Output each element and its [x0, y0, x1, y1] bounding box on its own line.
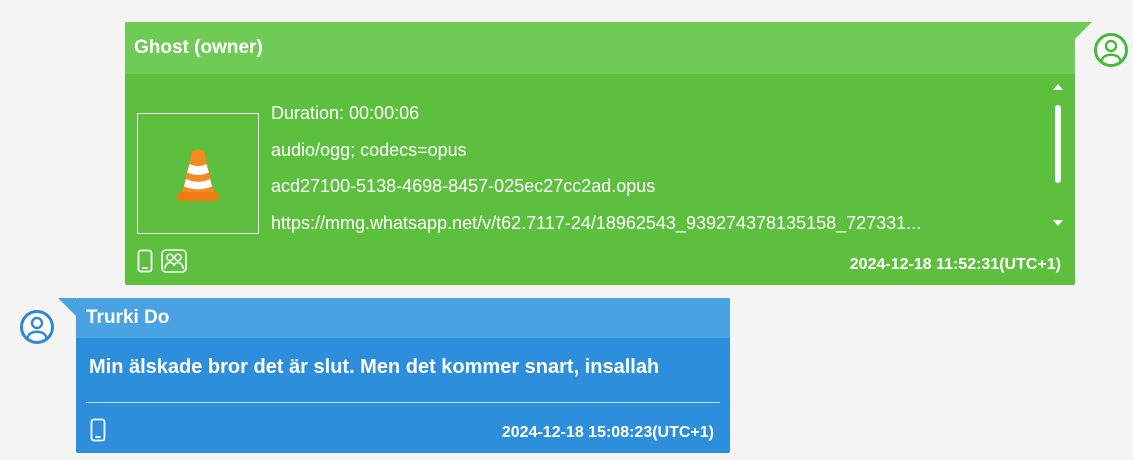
phone-icon: [137, 249, 153, 273]
message-timestamp: 2024-12-18 15:08:23(UTC+1): [501, 424, 714, 441]
vlc-cone-icon: [177, 149, 219, 201]
message-text: Min älskade bror det är slut. Men det ko…: [89, 356, 660, 378]
contact-footer-icons: [90, 418, 106, 442]
attachment-url[interactable]: https://mmg.whatsapp.net/v/t62.7117-24/1…: [271, 205, 1041, 242]
sender-name: Ghost (owner): [134, 37, 263, 58]
contact-avatar: [20, 310, 54, 344]
user-icon: [1100, 39, 1122, 62]
scroll-thumb[interactable]: [1055, 105, 1061, 183]
attachment-filename: acd27100-5138-4698-8457-025ec27cc2ad.opu…: [271, 176, 656, 196]
owner-footer-icons: [137, 249, 187, 273]
message-timestamp: 2024-12-18 11:52:31(UTC+1): [849, 256, 1061, 273]
owner-message-bubble[interactable]: Ghost (owner) Duration: 00:00:06 audio/o…: [125, 22, 1075, 285]
attachment-details[interactable]: Duration: 00:00:06 audio/ogg; codecs=opu…: [271, 95, 1041, 241]
owner-bubble-tail: [1074, 22, 1092, 40]
user-icon: [26, 316, 48, 339]
contact-message-header: Trurki Do: [76, 298, 730, 338]
owner-avatar: [1094, 33, 1128, 67]
attachment-duration: Duration: 00:00:06: [271, 103, 420, 123]
contact-bubble-tail: [58, 298, 76, 316]
attachment-thumbnail[interactable]: [137, 113, 259, 234]
contact-message-bubble[interactable]: Trurki Do Min älskade bror det är slut. …: [76, 298, 730, 453]
scroll-up-icon[interactable]: [1053, 84, 1063, 90]
group-icon: [161, 249, 187, 273]
owner-message-header: Ghost (owner): [125, 22, 1075, 74]
phone-icon: [90, 418, 106, 442]
message-divider: [86, 402, 720, 403]
attachment-mime-type: audio/ogg; codecs=opus: [271, 139, 467, 160]
attachment-scrollbar[interactable]: [1051, 78, 1065, 232]
scroll-down-icon[interactable]: [1053, 220, 1063, 226]
sender-name: Trurki Do: [86, 307, 170, 328]
